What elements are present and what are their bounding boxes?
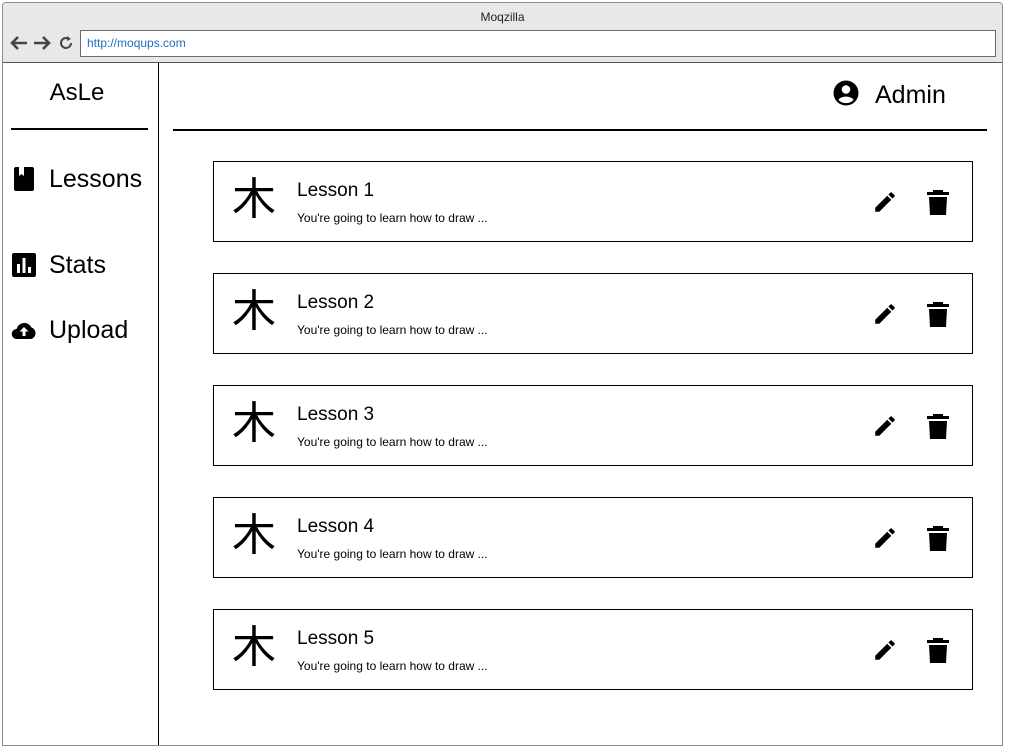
lesson-description: You're going to learn how to draw ... [297, 435, 488, 449]
sidebar-item-upload[interactable]: Upload [9, 310, 155, 350]
delete-button[interactable] [922, 298, 954, 330]
edit-button[interactable] [869, 634, 901, 666]
edit-button[interactable] [869, 522, 901, 554]
sidebar-item-label: Lessons [49, 164, 143, 193]
trash-icon [927, 526, 949, 551]
back-button[interactable] [9, 33, 29, 53]
trash-icon [927, 190, 949, 215]
sidebar-item-stats[interactable]: Stats [9, 245, 155, 285]
pencil-icon [875, 416, 895, 436]
lesson-description: You're going to learn how to draw ... [297, 323, 488, 337]
lesson-description: You're going to learn how to draw ... [297, 659, 488, 673]
user-name: Admin [875, 80, 946, 109]
reload-icon [60, 36, 72, 49]
lesson-description: You're going to learn how to draw ... [297, 547, 488, 561]
delete-button[interactable] [922, 522, 954, 554]
account-circle-icon [833, 80, 859, 111]
window-title: Moqzilla [480, 10, 525, 24]
reload-button[interactable] [56, 33, 76, 53]
pencil-icon [875, 528, 895, 548]
edit-button[interactable] [869, 186, 901, 218]
lesson-card[interactable]: 木 Lesson 3 You're going to learn how to … [213, 385, 973, 466]
book-icon [9, 164, 39, 194]
sidebar-item-label: Upload [49, 315, 129, 344]
trash-icon [927, 414, 949, 439]
sidebar: AsLe Lessons Stats Upload [3, 63, 159, 745]
lesson-title: Lesson 2 [297, 292, 375, 313]
lesson-title: Lesson 5 [297, 628, 375, 649]
kanji-glyph: 木 [232, 286, 276, 337]
lesson-title: Lesson 4 [297, 516, 375, 537]
pencil-icon [875, 640, 895, 660]
bar-chart-icon [9, 250, 39, 280]
brand-divider [11, 128, 148, 130]
kanji-glyph: 木 [232, 510, 276, 561]
edit-button[interactable] [869, 410, 901, 442]
trash-icon [927, 302, 949, 327]
delete-button[interactable] [922, 186, 954, 218]
kanji-glyph: 木 [232, 622, 276, 673]
kanji-glyph: 木 [232, 174, 276, 225]
lesson-card[interactable]: 木 Lesson 4 You're going to learn how to … [213, 497, 973, 578]
browser-window: Moqzilla http://moqups.com AsLe Lessons … [2, 2, 1003, 746]
lesson-card[interactable]: 木 Lesson 5 You're going to learn how to … [213, 609, 973, 690]
trash-icon [927, 638, 949, 663]
edit-button[interactable] [869, 298, 901, 330]
sidebar-item-lessons[interactable]: Lessons [9, 159, 155, 199]
kanji-glyph: 木 [232, 398, 276, 449]
header-divider [173, 129, 987, 131]
user-menu[interactable]: Admin [833, 77, 946, 113]
lesson-title: Lesson 3 [297, 404, 375, 425]
lesson-card[interactable]: 木 Lesson 1 You're going to learn how to … [213, 161, 973, 242]
brand-title: AsLe [49, 79, 105, 106]
back-arrow-icon [10, 36, 27, 50]
url-bar[interactable]: http://moqups.com [80, 30, 996, 57]
forward-button[interactable] [32, 33, 52, 53]
pencil-icon [875, 304, 895, 324]
sidebar-item-label: Stats [49, 250, 106, 279]
browser-titlebar: Moqzilla http://moqups.com [3, 3, 1002, 63]
pencil-icon [875, 192, 895, 212]
forward-arrow-icon [34, 36, 51, 50]
delete-button[interactable] [922, 634, 954, 666]
cloud-upload-icon [9, 315, 39, 345]
lesson-title: Lesson 1 [297, 180, 375, 201]
lesson-card[interactable]: 木 Lesson 2 You're going to learn how to … [213, 273, 973, 354]
lesson-description: You're going to learn how to draw ... [297, 211, 488, 225]
delete-button[interactable] [922, 410, 954, 442]
